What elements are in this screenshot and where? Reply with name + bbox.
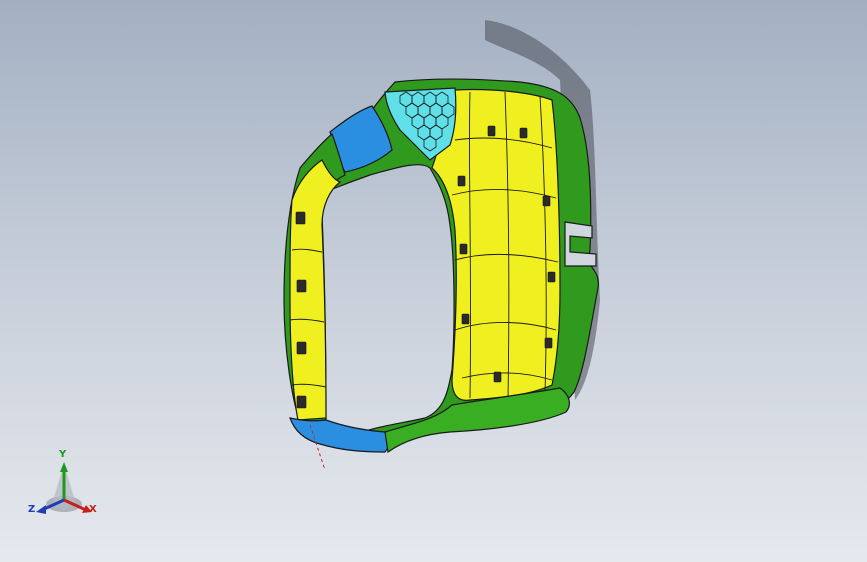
- part-model[interactable]: [0, 0, 867, 562]
- orientation-triad[interactable]: Y X Z: [26, 448, 106, 522]
- triad-y-label: Y: [59, 449, 67, 460]
- triad-z-label: Z: [28, 504, 36, 515]
- triad-x-label: X: [89, 504, 97, 515]
- blue-lower-segment: [289, 417, 391, 453]
- graphics-viewport[interactable]: Y X Z: [0, 0, 867, 562]
